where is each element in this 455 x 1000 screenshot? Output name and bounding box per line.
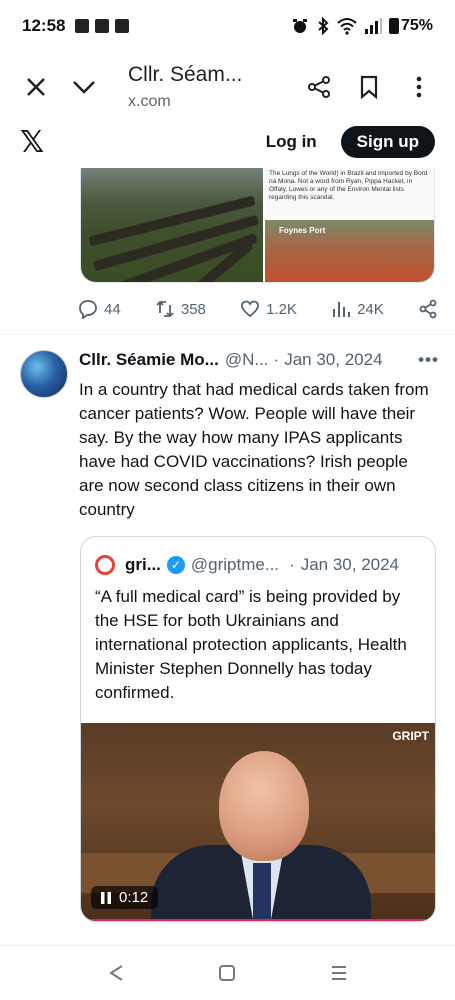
tweet-date[interactable]: Jan 30, 2024 xyxy=(284,350,382,370)
heart-icon xyxy=(241,300,259,318)
recents-icon xyxy=(332,966,347,980)
media-caption: The Lungs of the World) in Brazil and im… xyxy=(269,170,428,201)
status-time: 12:58 xyxy=(22,16,66,35)
video-watermark: GRIPT xyxy=(392,729,429,743)
battery-indicator: 75% xyxy=(388,17,433,35)
author-handle[interactable]: @N... xyxy=(225,350,269,370)
video-figure-head xyxy=(219,751,309,861)
page-info[interactable]: Cllr. Séam... x.com xyxy=(128,63,301,111)
port-photo: Foynes Port xyxy=(265,220,434,282)
video-progress-bar[interactable] xyxy=(81,919,435,921)
author-name[interactable]: Cllr. Séamie Mo... xyxy=(79,350,219,370)
browser-toolbar: Cllr. Séam... x.com xyxy=(0,52,455,122)
like-button[interactable]: 1.2K xyxy=(240,299,297,319)
signal-icon xyxy=(364,18,382,34)
views-count: 24K xyxy=(357,300,384,318)
bank-icon xyxy=(115,19,130,33)
minimize-button[interactable] xyxy=(66,69,102,105)
repost-count: 358 xyxy=(180,300,206,318)
close-tab-button[interactable] xyxy=(18,69,54,105)
reply-button[interactable]: 44 xyxy=(78,299,121,319)
tweet-divider xyxy=(0,334,455,335)
share-tweet-button[interactable] xyxy=(418,299,438,319)
repost-button[interactable]: 358 xyxy=(155,299,206,319)
menu-button[interactable] xyxy=(401,69,437,105)
reply-count: 44 xyxy=(104,300,121,318)
tweet-header: Cllr. Séamie Mo... @N... · Jan 30, 2024 … xyxy=(79,350,439,370)
more-vertical-icon xyxy=(416,76,422,98)
bookmark-button[interactable] xyxy=(351,69,387,105)
caption-image: The Lungs of the World) in Brazil and im… xyxy=(265,168,434,282)
teams-icon xyxy=(75,19,90,33)
back-icon xyxy=(108,965,123,981)
video-figure-tie xyxy=(253,863,271,921)
signup-button[interactable]: Sign up xyxy=(340,126,435,158)
previous-tweet-actions: 44 358 1.2K 24K xyxy=(78,294,438,324)
views-icon xyxy=(333,302,351,317)
battery-level: 75% xyxy=(400,17,433,34)
views-button[interactable]: 24K xyxy=(331,299,384,319)
verified-badge-icon: ✓ xyxy=(166,556,185,574)
wifi-icon xyxy=(337,18,357,35)
close-icon xyxy=(27,78,45,96)
quote-author: gri... xyxy=(125,555,161,574)
page-title: Cllr. Séam... xyxy=(128,63,243,86)
avatar[interactable] xyxy=(20,350,68,398)
bluetooth-icon xyxy=(318,17,329,35)
x-logo[interactable]: 𝕏 xyxy=(20,125,44,160)
share-icon xyxy=(308,76,330,98)
back-button[interactable] xyxy=(96,953,136,993)
more-options-button[interactable]: ••• xyxy=(418,350,439,370)
chevron-down-icon xyxy=(73,81,95,94)
quote-text: “A full medical card” is being provided … xyxy=(95,587,407,702)
share-button[interactable] xyxy=(301,69,337,105)
peat-bog-image xyxy=(81,168,263,282)
notification-icons xyxy=(75,19,130,33)
gript-logo-icon xyxy=(95,555,115,575)
share-icon xyxy=(419,299,437,319)
video-controls[interactable]: 0:12 xyxy=(91,886,159,909)
battery-icon xyxy=(388,18,399,34)
quote-date: Jan 30, 2024 xyxy=(300,555,400,574)
quoted-tweet[interactable]: gri... ✓ @griptme... · Jan 30, 2024 “A f… xyxy=(80,536,436,922)
like-count: 1.2K xyxy=(266,300,297,318)
quote-header: gri... ✓ @griptme... · Jan 30, 2024 xyxy=(95,555,425,575)
home-button[interactable] xyxy=(207,953,247,993)
login-link[interactable]: Log in xyxy=(266,132,317,152)
outlook-icon xyxy=(95,19,110,33)
recents-button[interactable] xyxy=(319,953,359,993)
reply-icon xyxy=(79,300,97,319)
video-time: 0:12 xyxy=(119,889,149,906)
system-icons: 75% xyxy=(291,17,433,35)
bookmark-icon xyxy=(360,75,378,99)
status-bar: 12:58 75% xyxy=(0,0,455,52)
alarm-icon xyxy=(292,19,307,33)
separator: · xyxy=(273,350,280,369)
system-nav-bar xyxy=(0,945,455,1000)
quote-handle: @griptme... xyxy=(190,555,280,574)
tweet-text: In a country that had medical cards take… xyxy=(79,380,429,519)
pause-icon xyxy=(101,891,111,904)
x-header: 𝕏 Log in Sign up xyxy=(0,122,455,162)
page-url: x.com xyxy=(128,93,171,110)
home-icon xyxy=(219,965,236,981)
previous-tweet-media[interactable]: The Lungs of the World) in Brazil and im… xyxy=(80,168,435,283)
repost-icon xyxy=(156,300,174,318)
separator: · xyxy=(289,555,295,574)
photo-label: Foynes Port xyxy=(279,226,326,235)
video-player[interactable]: GRIPT 0:12 xyxy=(81,723,435,921)
